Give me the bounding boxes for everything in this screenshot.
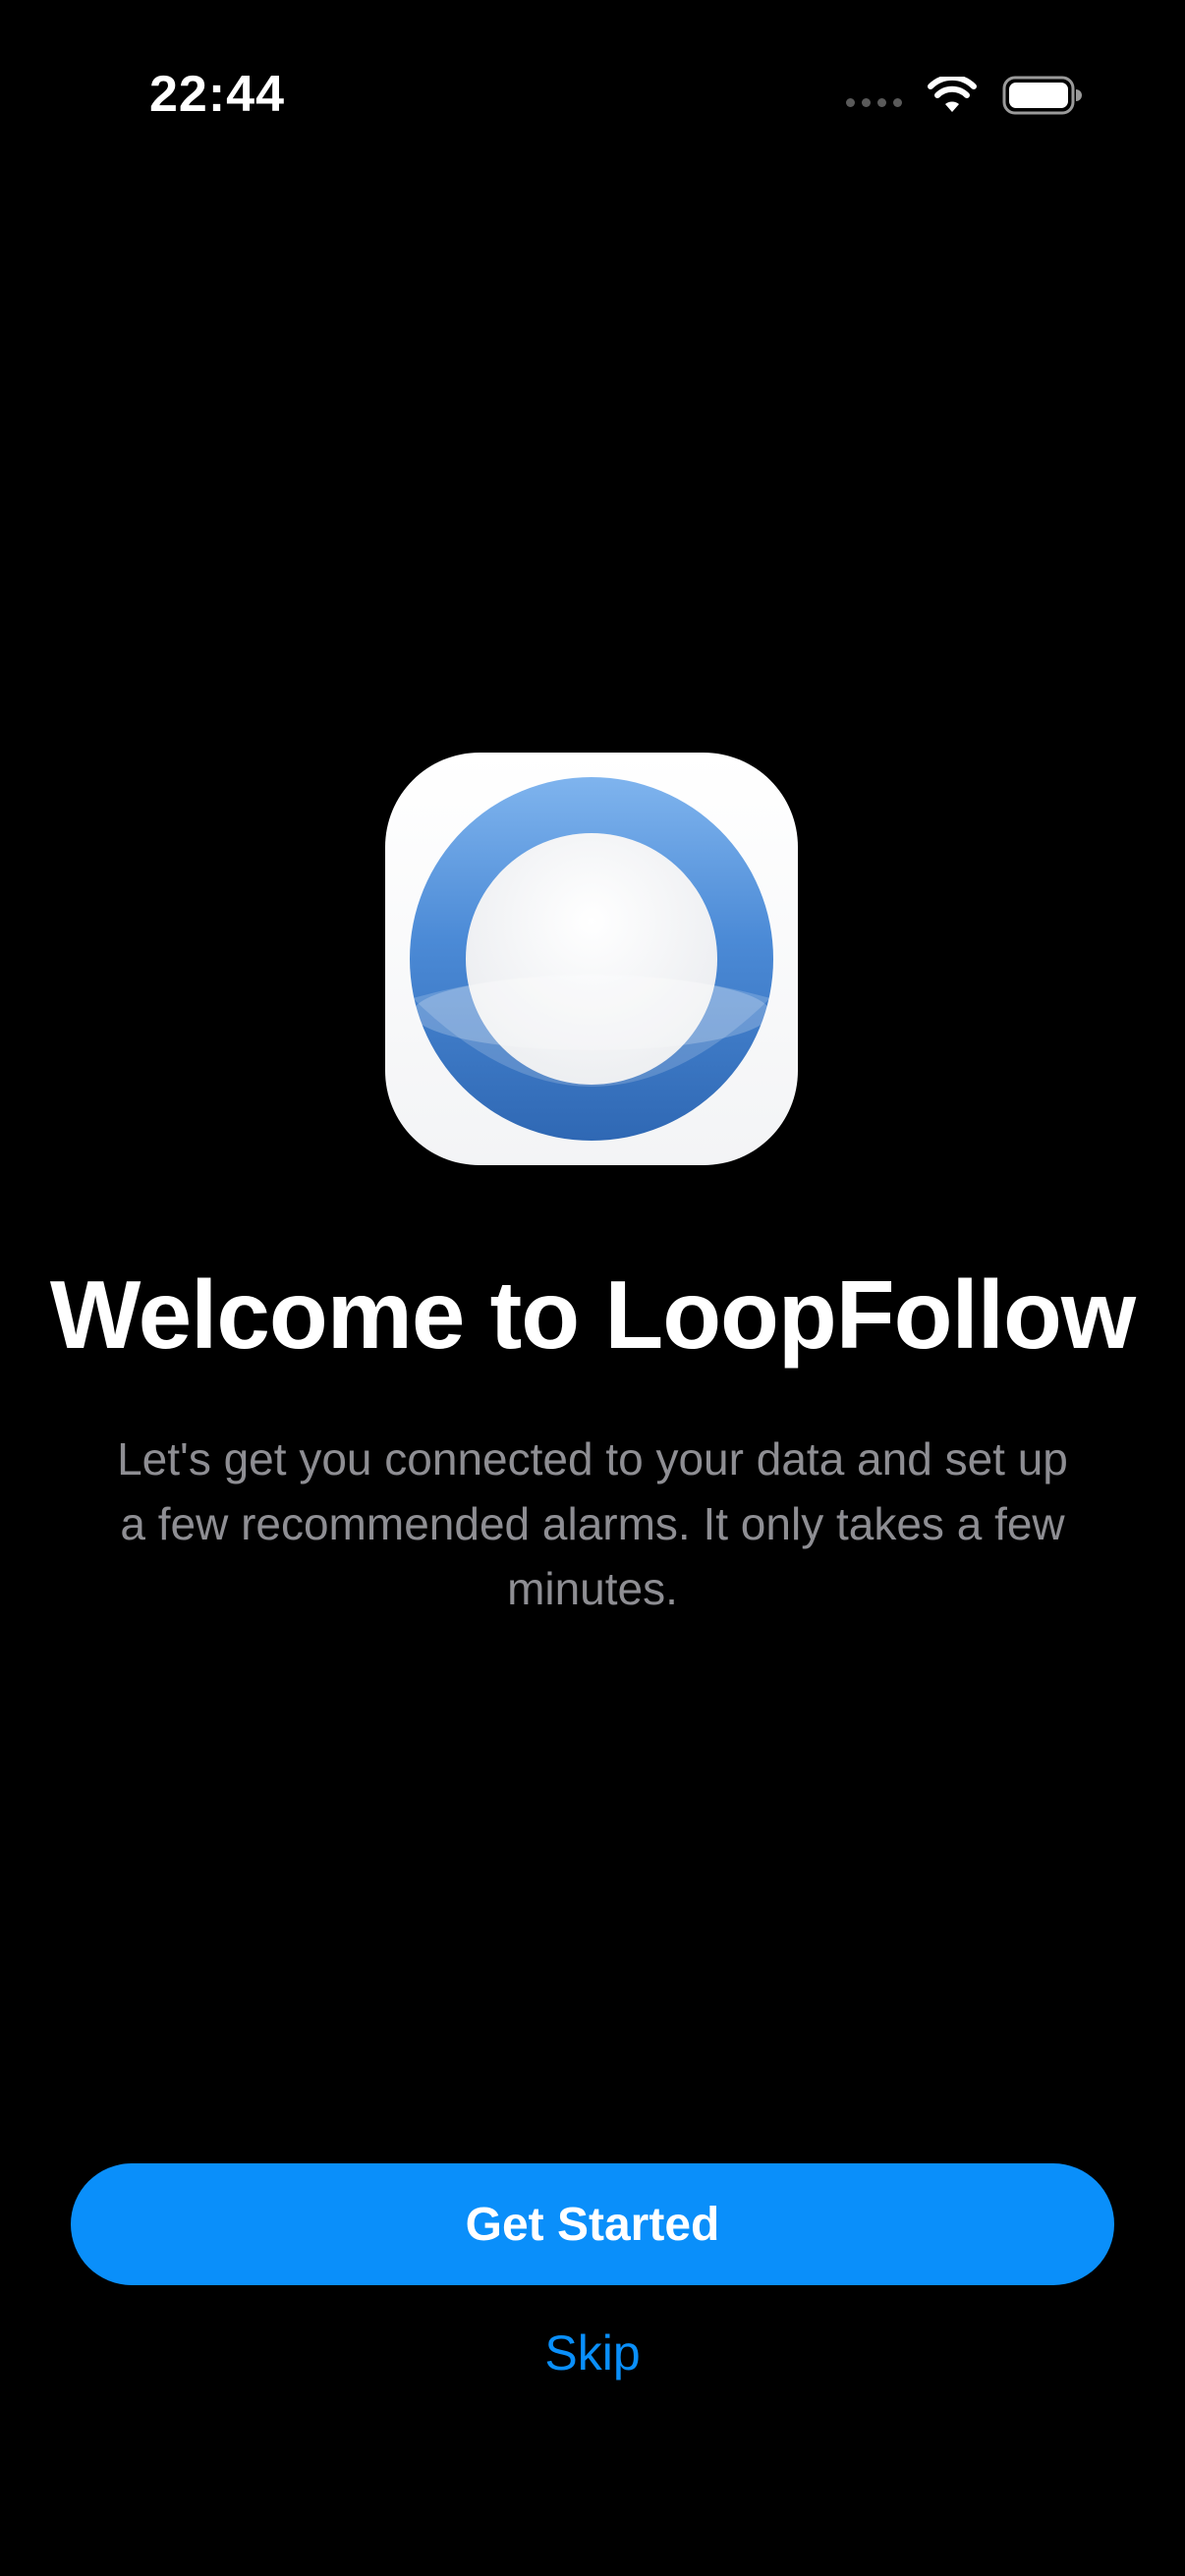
status-time: 22:44 (149, 66, 285, 123)
wifi-icon (928, 77, 977, 112)
loopfollow-logo-icon (410, 777, 773, 1141)
status-bar: 22:44 (0, 0, 1185, 196)
app-icon (385, 753, 798, 1165)
skip-button[interactable]: Skip (445, 2319, 740, 2387)
welcome-description: Let's get you connected to your data and… (117, 1433, 1068, 1614)
status-icons (846, 71, 1083, 120)
cellular-signal-icon (846, 97, 902, 107)
battery-icon (1002, 76, 1082, 115)
page-title: Welcome to LoopFollow (49, 1260, 1136, 1369)
get-started-button[interactable]: Get Started (71, 2163, 1114, 2285)
